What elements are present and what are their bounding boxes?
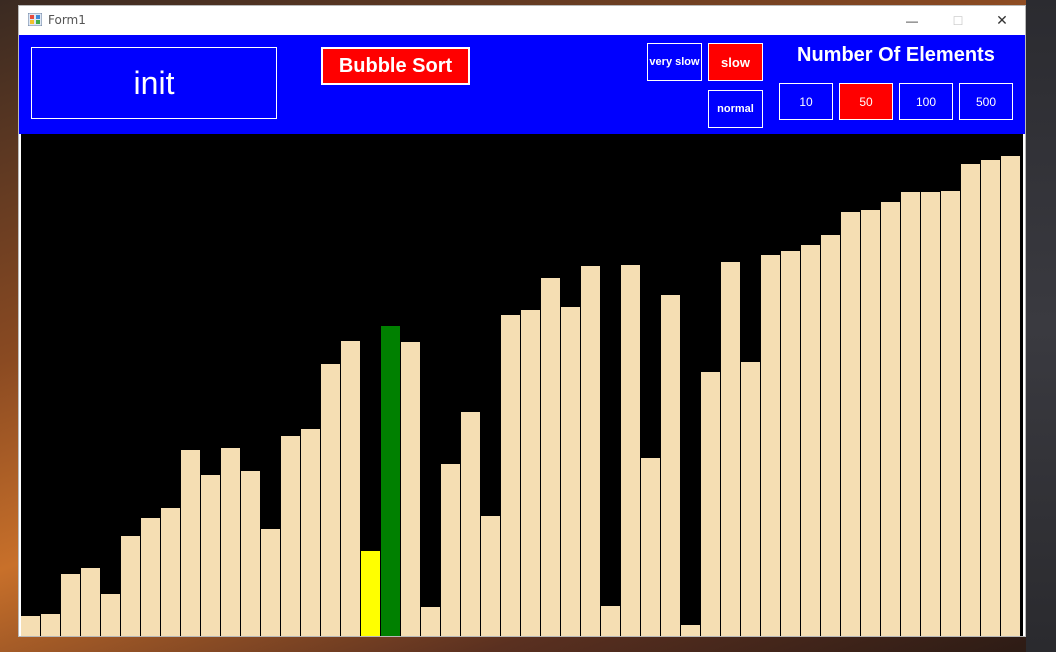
array-bar [321, 364, 341, 636]
array-bar [241, 471, 261, 636]
array-bar [801, 245, 821, 636]
title-bar[interactable]: Form1 — ☐ ✕ [19, 6, 1025, 35]
array-bar [521, 310, 541, 636]
array-bar [721, 262, 741, 636]
slow-button[interactable]: slow [708, 43, 763, 81]
array-bar [21, 616, 41, 636]
array-bar [461, 412, 481, 636]
count-button-500[interactable]: 500 [959, 83, 1013, 120]
array-bar [421, 607, 441, 636]
array-bar [61, 574, 81, 636]
array-bar [781, 251, 801, 636]
array-bar [161, 508, 181, 636]
array-bar [601, 606, 621, 636]
control-panel: init Bubble Sort very slow slow normal N… [19, 35, 1025, 134]
array-bar [141, 518, 161, 636]
close-icon: ✕ [996, 12, 1008, 28]
window-title: Form1 [48, 13, 86, 27]
array-bar [561, 307, 581, 636]
array-bar [301, 429, 321, 636]
array-bar [261, 529, 281, 636]
array-bar [901, 192, 921, 636]
array-bar [961, 164, 981, 636]
array-bar [881, 202, 901, 636]
array-bar [581, 266, 601, 636]
array-bar [681, 625, 701, 636]
maximize-icon: ☐ [952, 13, 964, 28]
array-bar [381, 326, 401, 636]
desktop-background [1026, 0, 1056, 652]
close-button[interactable]: ✕ [979, 6, 1025, 35]
array-bar [181, 450, 201, 636]
array-bar [941, 191, 961, 636]
array-bar [101, 594, 121, 636]
array-bar [661, 295, 681, 636]
array-bar [921, 192, 941, 636]
status-label: init [31, 47, 277, 119]
array-bar [1001, 156, 1021, 636]
array-bar [541, 278, 561, 636]
count-button-10[interactable]: 10 [779, 83, 833, 120]
array-bar [981, 160, 1001, 636]
array-bar [221, 448, 241, 636]
array-bar [841, 212, 861, 636]
count-button-50[interactable]: 50 [839, 83, 893, 120]
sort-visualization-canvas [21, 134, 1023, 636]
very-slow-button[interactable]: very slow [647, 43, 702, 81]
array-bar [281, 436, 301, 636]
bubble-sort-button[interactable]: Bubble Sort [321, 47, 470, 85]
array-bar [741, 362, 761, 636]
app-window: Form1 — ☐ ✕ init Bubble Sort very slow s… [18, 5, 1026, 637]
array-bar [121, 536, 141, 636]
number-of-elements-title: Number Of Elements [797, 44, 995, 66]
array-bar [621, 265, 641, 636]
array-bar [201, 475, 221, 636]
minimize-icon: — [906, 13, 918, 28]
array-bar [441, 464, 461, 636]
array-bar [41, 614, 61, 636]
array-bar [861, 210, 881, 636]
count-button-100[interactable]: 100 [899, 83, 953, 120]
normal-button[interactable]: normal [708, 90, 763, 128]
maximize-button[interactable]: ☐ [935, 6, 981, 35]
array-bar [401, 342, 421, 636]
app-icon [28, 13, 42, 26]
minimize-button[interactable]: — [889, 6, 935, 35]
array-bar [501, 315, 521, 636]
array-bar [761, 255, 781, 636]
array-bar [481, 516, 501, 636]
array-bar [81, 568, 101, 636]
array-bar [701, 372, 721, 636]
array-bar [361, 551, 381, 636]
array-bar [341, 341, 361, 636]
array-bar [641, 458, 661, 636]
array-bar [821, 235, 841, 636]
